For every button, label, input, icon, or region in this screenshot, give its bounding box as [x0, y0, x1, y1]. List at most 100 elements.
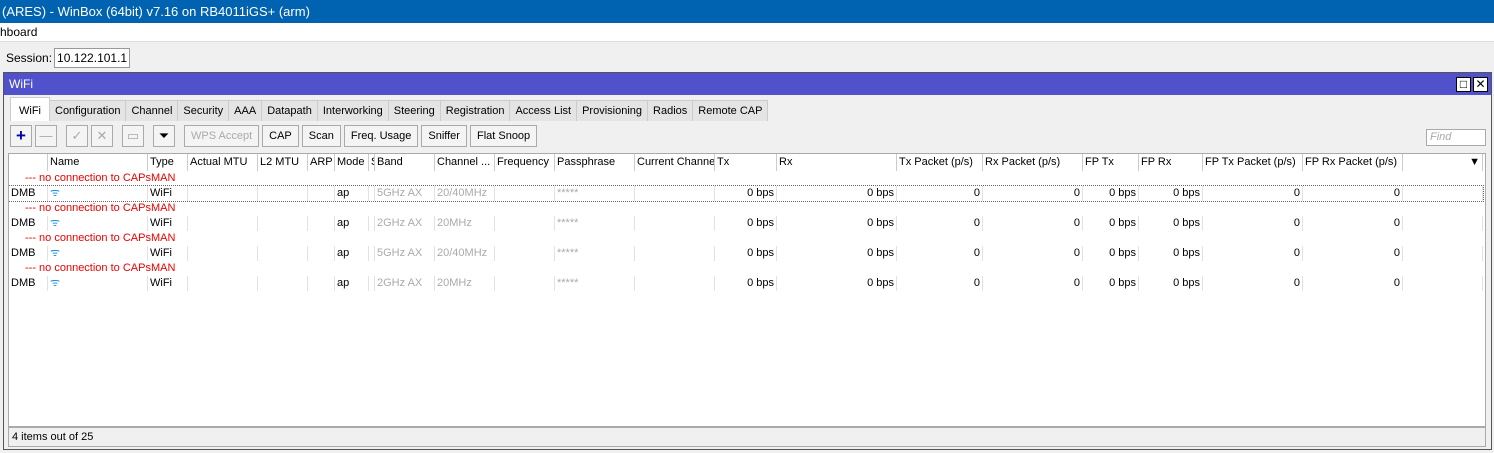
tab-wifi[interactable]: WiFi	[10, 97, 50, 121]
column-header[interactable]	[9, 154, 48, 171]
cell-tx: 0 bps	[715, 186, 777, 201]
cell-passphrase: *****	[555, 276, 635, 291]
cell-channel: 20/40MHz	[435, 246, 495, 261]
table-header: NameTypeActual MTUL2 MTUARPModeSBandChan…	[9, 154, 1483, 171]
wifi-icon: ᯤ	[50, 277, 61, 289]
tab-access-list[interactable]: Access List	[509, 100, 578, 121]
column-header[interactable]: Type	[148, 154, 188, 171]
cell-fptx: 0 bps	[1083, 186, 1139, 201]
tab-interworking[interactable]: Interworking	[316, 100, 389, 121]
column-header[interactable]: Passphrase	[555, 154, 635, 171]
cell-txp: 0	[897, 246, 983, 261]
tab-steering[interactable]: Steering	[387, 100, 441, 121]
table-row[interactable]: DMBᯤcap-wifi4WiFi ap 2GHz AX20MHz ***** 0 bp…	[9, 276, 1483, 291]
wifi-table: NameTypeActual MTUL2 MTUARPModeSBandChan…	[8, 153, 1486, 427]
app-title-bar: (ARES) - WinBox (64bit) v7.16 on RB4011i…	[0, 0, 1494, 23]
flat-snoop-button[interactable]: Flat Snoop	[469, 125, 538, 147]
cell-name: ᯤcap-wifi3	[48, 246, 148, 261]
cell-fptxp: 0	[1203, 216, 1303, 231]
cell-empty	[188, 216, 258, 231]
cell-rxp: 0	[983, 246, 1083, 261]
cell-empty	[258, 276, 308, 291]
cell-rxp: 0	[983, 186, 1083, 201]
cell-rx: 0 bps	[777, 246, 897, 261]
enable-icon[interactable]: ✓	[66, 125, 88, 147]
column-header[interactable]: Current Channel	[635, 154, 715, 171]
remove-icon[interactable]: —	[35, 125, 57, 147]
cell-fptx: 0 bps	[1083, 276, 1139, 291]
table-row[interactable]: DMBᯤcap-wifi2WiFi ap 2GHz AX20MHz ***** 0 bp…	[9, 216, 1483, 231]
session-input[interactable]: 10.122.101.1	[54, 48, 131, 68]
cell-empty	[258, 186, 308, 201]
column-header[interactable]: FP Rx	[1139, 154, 1203, 171]
comment-icon[interactable]: ▭	[122, 125, 144, 147]
column-menu-icon[interactable]: ▼	[1403, 154, 1483, 171]
tab-security[interactable]: Security	[177, 100, 230, 121]
cell-empty	[1403, 186, 1483, 201]
column-header[interactable]: Rx	[777, 154, 897, 171]
tab-datapath[interactable]: Datapath	[261, 100, 318, 121]
cell-type: WiFi	[148, 246, 188, 261]
column-header[interactable]: Rx Packet (p/s)	[983, 154, 1083, 171]
cell-name: ᯤcap-wifi2	[48, 216, 148, 231]
tab-registration[interactable]: Registration	[439, 100, 511, 121]
tab-provisioning[interactable]: Provisioning	[576, 100, 649, 121]
cell-empty	[495, 246, 555, 261]
column-header[interactable]: Band	[375, 154, 435, 171]
cell-tx: 0 bps	[715, 246, 777, 261]
tab-aaa[interactable]: AAA	[228, 100, 263, 121]
cell-flags: DMB	[9, 186, 48, 201]
disable-icon[interactable]: ✕	[91, 125, 113, 147]
column-header[interactable]: ARP	[308, 154, 335, 171]
tab-remote-cap[interactable]: Remote CAP	[692, 100, 769, 121]
table-row[interactable]: DMBᯤcap-wifi3WiFi ap 5GHz AX20/40MHz ***** 0…	[9, 246, 1483, 261]
tab-radios[interactable]: Radios	[647, 100, 694, 121]
cell-mode: ap	[335, 246, 369, 261]
maximize-icon[interactable]: □	[1456, 77, 1471, 92]
column-header[interactable]: Tx	[715, 154, 777, 171]
column-header[interactable]: Mode	[335, 154, 369, 171]
row-comment: --- no connection to CAPsMAN	[25, 262, 176, 274]
cell-empty	[1403, 276, 1483, 291]
add-icon[interactable]: +	[10, 125, 32, 147]
scan-button[interactable]: Scan	[301, 125, 341, 147]
cell-empty	[188, 186, 258, 201]
column-header[interactable]: L2 MTU	[258, 154, 308, 171]
column-header[interactable]: FP Tx Packet (p/s)	[1203, 154, 1303, 171]
column-header[interactable]: Frequency	[495, 154, 555, 171]
cell-txp: 0	[897, 276, 983, 291]
cell-empty	[188, 276, 258, 291]
row-comment: --- no connection to CAPsMAN	[25, 232, 176, 244]
cell-fptx: 0 bps	[1083, 216, 1139, 231]
table-row[interactable]: DMBᯤcap-wifi1WiFi ap 5GHz AX20/40MHz ***** 0…	[9, 185, 1484, 202]
close-icon[interactable]: ✕	[1473, 77, 1488, 92]
cell-channel: 20MHz	[435, 276, 495, 291]
column-header[interactable]: FP Rx Packet (p/s)	[1303, 154, 1403, 171]
column-header[interactable]: Tx Packet (p/s)	[897, 154, 983, 171]
column-header[interactable]: Actual MTU	[188, 154, 258, 171]
status-bar: 4 items out of 25	[8, 427, 1486, 447]
cell-empty	[188, 246, 258, 261]
sniffer-button[interactable]: Sniffer	[421, 125, 467, 147]
menu-item-dashboard[interactable]: hboard	[0, 23, 1494, 42]
cell-rx: 0 bps	[777, 216, 897, 231]
tab-channel[interactable]: Channel	[125, 100, 179, 121]
tab-configuration[interactable]: Configuration	[49, 100, 127, 121]
filter-icon[interactable]: ⏷	[153, 125, 175, 147]
freq-usage-button[interactable]: Freq. Usage	[343, 125, 419, 147]
column-header[interactable]: FP Tx	[1083, 154, 1139, 171]
cell-fprx: 0 bps	[1139, 186, 1203, 201]
find-input[interactable]: Find	[1426, 129, 1486, 146]
column-header[interactable]: Channel ...	[435, 154, 495, 171]
wps-accept-button[interactable]: WPS Accept	[184, 125, 260, 147]
tab-bar: WiFi Configuration Channel Security AAA Datap…	[10, 97, 769, 121]
cell-empty	[258, 216, 308, 231]
wifi-icon: ᯤ	[50, 247, 61, 259]
column-header[interactable]: Name	[48, 154, 148, 171]
cell-mode: ap	[335, 216, 369, 231]
cell-name: ᯤcap-wifi4	[48, 276, 148, 291]
cell-fprxp: 0	[1303, 216, 1403, 231]
cell-empty	[308, 246, 335, 261]
cap-button[interactable]: CAP	[262, 125, 299, 147]
row-comment: --- no connection to CAPsMAN	[25, 202, 176, 214]
